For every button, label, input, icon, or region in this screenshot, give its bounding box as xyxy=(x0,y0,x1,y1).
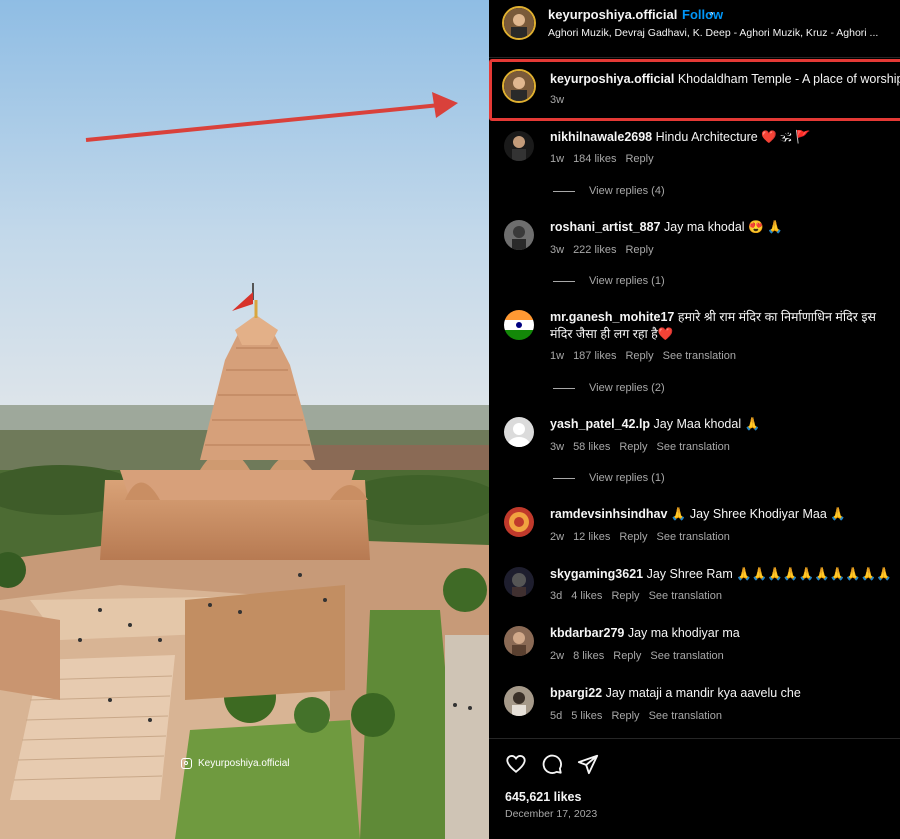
comment: bpargi22 Jay mataji a mandir kya aavelu … xyxy=(550,685,895,702)
caption-avatar[interactable] xyxy=(502,69,536,103)
comment-likes[interactable]: 12 likes xyxy=(573,531,610,543)
comment-likes[interactable]: 8 likes xyxy=(573,650,604,662)
avatar[interactable] xyxy=(504,417,534,447)
view-replies[interactable]: View replies (1) xyxy=(553,275,665,287)
reply-button[interactable]: Reply xyxy=(611,590,639,602)
avatar[interactable] xyxy=(504,686,534,716)
comment-text: Jay ma khodiyar ma xyxy=(627,626,740,640)
comment: skygaming3621 Jay Shree Ram 🙏🙏🙏🙏🙏🙏🙏🙏🙏🙏 xyxy=(550,566,895,583)
reply-button[interactable]: Reply xyxy=(619,531,647,543)
action-bar: 645,621 likes December 17, 2023 xyxy=(489,738,900,839)
audio-info[interactable]: Aghori Muzik, Devraj Gadhavi, K. Deep - … xyxy=(548,27,878,39)
comment-time[interactable]: 5d xyxy=(550,710,562,722)
comment-meta: 3d 4 likes Reply See translation xyxy=(550,590,731,602)
instagram-icon xyxy=(181,758,192,769)
follow-button[interactable]: Follow xyxy=(682,7,723,22)
see-translation[interactable]: See translation xyxy=(663,350,736,362)
comment-username[interactable]: skygaming3621 xyxy=(550,567,643,581)
comment-meta: 1w 187 likes Reply See translation xyxy=(550,350,745,362)
comment-text: Jay Maa khodal 🙏 xyxy=(653,417,761,431)
comment-username[interactable]: yash_patel_42.lp xyxy=(550,417,650,431)
comment-meta: 2w 12 likes Reply See translation xyxy=(550,531,739,543)
reply-button[interactable]: Reply xyxy=(611,710,639,722)
post-header: keyurposhiya.official • Follow Aghori Mu… xyxy=(489,0,900,58)
comment-time[interactable]: 1w xyxy=(550,153,564,165)
comment-likes[interactable]: 184 likes xyxy=(573,153,616,165)
avatar[interactable] xyxy=(504,626,534,656)
see-translation[interactable]: See translation xyxy=(650,650,723,662)
caption-username[interactable]: keyurposhiya.official xyxy=(550,72,674,86)
comment: yash_patel_42.lp Jay Maa khodal 🙏 xyxy=(550,416,895,433)
see-translation[interactable]: See translation xyxy=(656,531,729,543)
caption-text: Khodaldham Temple - A place of worship xyxy=(677,72,900,86)
reply-button[interactable]: Reply xyxy=(625,350,653,362)
comment-time[interactable]: 3d xyxy=(550,590,562,602)
header-username[interactable]: keyurposhiya.official xyxy=(548,6,677,23)
comment-username[interactable]: ramdevsinhsindhav xyxy=(550,507,667,521)
caption-time[interactable]: 3w xyxy=(550,94,564,106)
comment: kbdarbar279 Jay ma khodiyar ma xyxy=(550,625,895,642)
avatar[interactable] xyxy=(504,131,534,161)
avatar[interactable] xyxy=(504,507,534,537)
see-translation[interactable]: See translation xyxy=(656,441,729,453)
watermark: Keyurposhiya.official xyxy=(181,758,290,769)
comment-meta: 2w 8 likes Reply See translation xyxy=(550,650,733,662)
comment-likes[interactable]: 58 likes xyxy=(573,441,610,453)
comment: nikhilnawale2698 Hindu Architecture ❤️ 🕉… xyxy=(550,129,895,146)
view-replies[interactable]: View replies (1) xyxy=(553,472,665,484)
comment-likes[interactable]: 5 likes xyxy=(571,710,602,722)
view-replies[interactable]: View replies (4) xyxy=(553,185,665,197)
comment-meta: 3w 58 likes Reply See translation xyxy=(550,441,739,453)
reply-button[interactable]: Reply xyxy=(625,153,653,165)
temple-photo xyxy=(0,0,489,839)
avatar[interactable] xyxy=(504,310,534,340)
reply-button[interactable]: Reply xyxy=(625,244,653,256)
comment-likes[interactable]: 222 likes xyxy=(573,244,616,256)
reply-button[interactable]: Reply xyxy=(613,650,641,662)
caption: keyurposhiya.official Khodaldham Temple … xyxy=(550,71,900,88)
comment-text: Jay mataji a mandir kya aavelu che xyxy=(605,686,801,700)
view-replies[interactable]: View replies (2) xyxy=(553,382,665,394)
post-image[interactable]: Keyurposhiya.official xyxy=(0,0,489,839)
comment: ramdevsinhsindhav 🙏 Jay Shree Khodiyar M… xyxy=(550,506,895,523)
reply-button[interactable]: Reply xyxy=(619,441,647,453)
comment-text: Hindu Architecture ❤️ 🕉 🚩 xyxy=(655,130,811,144)
comment-username[interactable]: kbdarbar279 xyxy=(550,626,624,640)
comment: mr.ganesh_mohite17 हमारे श्री राम मंदिर … xyxy=(550,309,895,345)
comment-likes[interactable]: 187 likes xyxy=(573,350,616,362)
comment-text: Jay ma khodal 😍 🙏 xyxy=(663,220,783,234)
comment: roshani_artist_887 Jay ma khodal 😍 🙏 xyxy=(550,219,895,236)
comment-time[interactable]: 2w xyxy=(550,650,564,662)
see-translation[interactable]: See translation xyxy=(649,590,722,602)
comment-text: 🙏 Jay Shree Khodiyar Maa 🙏 xyxy=(670,507,846,521)
comment-meta: 1w 184 likes Reply xyxy=(550,153,663,165)
comment-username[interactable]: roshani_artist_887 xyxy=(550,220,660,234)
comment-text: हमारे श्री राम मंदिर का निर्माणाधिन मंदि… xyxy=(677,310,876,324)
post-date: December 17, 2023 xyxy=(505,808,598,820)
comment-text: मंदिर जैसा ही लग रहा है❤️ xyxy=(550,327,674,341)
comment-username[interactable]: mr.ganesh_mohite17 xyxy=(550,310,674,324)
comment-icon[interactable] xyxy=(541,753,563,775)
avatar[interactable] xyxy=(504,220,534,250)
comment-time[interactable]: 2w xyxy=(550,531,564,543)
avatar[interactable] xyxy=(504,567,534,597)
see-translation[interactable]: See translation xyxy=(649,710,722,722)
comment-meta: 5d 5 likes Reply See translation xyxy=(550,710,731,722)
comments-panel: keyurposhiya.official • Follow Aghori Mu… xyxy=(489,0,900,839)
heart-icon[interactable] xyxy=(505,753,527,775)
comment-time[interactable]: 1w xyxy=(550,350,564,362)
likes-count[interactable]: 645,621 likes xyxy=(505,790,581,804)
comment-meta: 3w 222 likes Reply xyxy=(550,244,663,256)
share-icon[interactable] xyxy=(577,753,599,775)
avatar[interactable] xyxy=(502,6,536,40)
comment-time[interactable]: 3w xyxy=(550,244,564,256)
caption-highlight-box xyxy=(489,59,900,121)
comment-username[interactable]: bpargi22 xyxy=(550,686,602,700)
comment-likes[interactable]: 4 likes xyxy=(571,590,602,602)
comment-username[interactable]: nikhilnawale2698 xyxy=(550,130,652,144)
comment-text: Jay Shree Ram 🙏🙏🙏🙏🙏🙏🙏🙏🙏🙏 xyxy=(646,567,892,581)
comment-time[interactable]: 3w xyxy=(550,441,564,453)
